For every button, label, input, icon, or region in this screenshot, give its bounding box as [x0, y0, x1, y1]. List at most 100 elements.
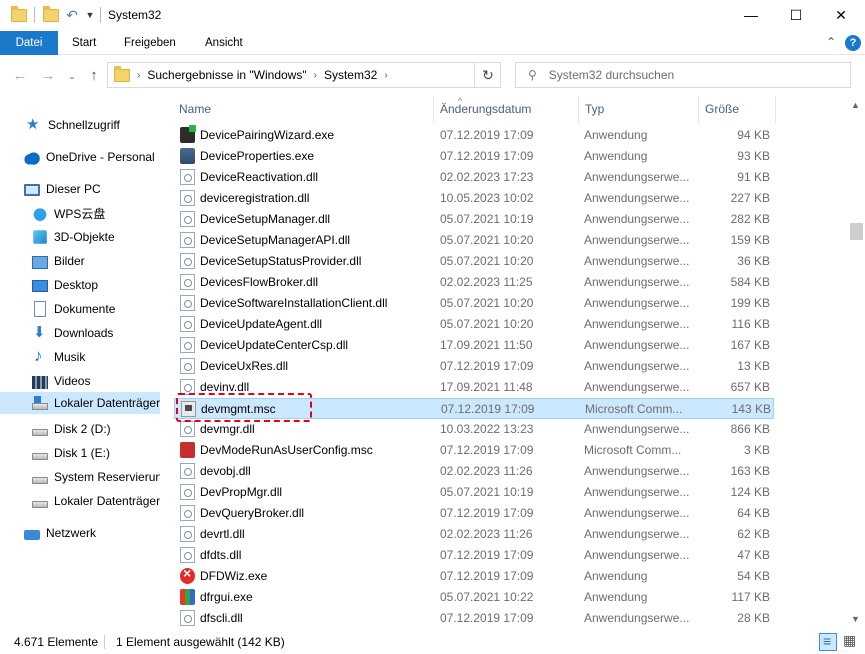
file-row[interactable]: DeviceUpdateAgent.dll 05.07.2021 10:20 Anw…	[174, 314, 774, 335]
file-row[interactable]: deviceregistration.dll 10.05.2023 10:02 An…	[174, 188, 774, 209]
chevron-right-icon[interactable]: ›	[137, 70, 140, 81]
dll-file-icon	[180, 274, 195, 290]
nav-item-netzwerk[interactable]: Netzwerk	[24, 522, 160, 544]
file-date: 05.07.2021 10:22	[440, 590, 534, 604]
file-type: Anwendungserwe...	[584, 191, 690, 205]
nav-item-lokaler-datentraeger[interactable]: Lokaler Datenträger	[32, 490, 160, 512]
nav-item-onedrive[interactable]: OneDrive - Personal	[24, 146, 160, 168]
dll-file-icon	[180, 295, 195, 311]
forward-arrow-icon[interactable]: →	[38, 66, 58, 86]
maximize-button[interactable]: ☐	[773, 0, 819, 30]
file-row[interactable]: dfrgui.exe 05.07.2021 10:22 Anwendung 117 K…	[174, 587, 774, 608]
nav-item-bilder[interactable]: Bilder	[32, 250, 160, 272]
file-row[interactable]: DeviceSetupStatusProvider.dll 05.07.2021 …	[174, 251, 774, 272]
file-row[interactable]: devmgmt.msc 07.12.2019 17:09 Microsoft Com…	[174, 398, 774, 419]
nav-item-label: Netzwerk	[46, 526, 97, 540]
ribbon-collapse-icon[interactable]: ⌃	[826, 35, 836, 49]
file-row[interactable]: dfdts.dll 07.12.2019 17:09 Anwendungserwe.…	[174, 545, 774, 566]
file-type: Anwendungserwe...	[584, 317, 690, 331]
file-name: dfdts.dll	[200, 548, 242, 562]
file-row[interactable]: DevicesFlowBroker.dll 02.02.2023 11:25 Anw…	[174, 272, 774, 293]
tab-freigeben[interactable]: Freigeben	[114, 31, 186, 55]
nav-item-dokumente[interactable]: Dokumente	[32, 298, 160, 320]
back-arrow-icon[interactable]: ←	[10, 66, 30, 86]
dll-file-icon	[180, 190, 195, 206]
tab-ansicht[interactable]: Ansicht	[195, 31, 253, 55]
file-row[interactable]: DevicePairingWizard.exe 07.12.2019 17:09 A…	[174, 125, 774, 146]
file-size: 64 KB	[737, 506, 770, 520]
file-date: 07.12.2019 17:09	[440, 611, 534, 625]
close-button[interactable]: ✕	[818, 0, 864, 30]
nav-item-dieser-pc[interactable]: Dieser PC	[24, 178, 160, 200]
nav-item-downloads[interactable]: Downloads	[32, 322, 160, 344]
refresh-icon[interactable]: ↻	[474, 62, 501, 88]
chevron-right-icon[interactable]: ›	[314, 70, 317, 81]
large-icons-view-icon[interactable]	[841, 632, 859, 651]
file-row[interactable]: DevModeRunAsUserConfig.msc 07.12.2019 17:…	[174, 440, 774, 461]
file-size: 3 KB	[743, 443, 770, 457]
column-name[interactable]: Name	[173, 96, 433, 123]
scroll-down-icon[interactable]: ▼	[851, 614, 860, 624]
file-row[interactable]: devobj.dll 02.02.2023 11:26 Anwendungserwe…	[174, 461, 774, 482]
vertical-scrollbar[interactable]: ▲ ▼	[848, 96, 865, 627]
file-name: deviceregistration.dll	[200, 191, 310, 205]
nav-item-label: Videos	[54, 374, 91, 388]
file-row[interactable]: devrtl.dll 02.02.2023 11:26 Anwendungserwe…	[174, 524, 774, 545]
nav-item-disk-1[interactable]: Disk 1 (E:)	[32, 442, 160, 464]
file-date: 05.07.2021 10:20	[440, 317, 534, 331]
nav-item-wps[interactable]: WPS云盘	[32, 202, 160, 224]
nav-item-disk-2[interactable]: Disk 2 (D:)	[32, 418, 160, 440]
file-row[interactable]: DeviceProperties.exe 07.12.2019 17:09 Anwe…	[174, 146, 774, 167]
nav-item-3d-objekte[interactable]: 3D-Objekte	[32, 226, 160, 248]
scrollbar-thumb[interactable]	[850, 223, 863, 240]
file-row[interactable]: DeviceSetupManagerAPI.dll 05.07.2021 10:2…	[174, 230, 774, 251]
nav-item-videos[interactable]: Videos	[32, 370, 160, 392]
file-row[interactable]: DeviceSoftwareInstallationClient.dll 05.0…	[174, 293, 774, 314]
file-name: DeviceSetupManager.dll	[200, 212, 331, 226]
recent-locations-chevron-icon[interactable]: ⌄	[62, 66, 82, 86]
scroll-up-icon[interactable]: ▲	[851, 100, 860, 110]
file-row[interactable]: DeviceUxRes.dll 07.12.2019 17:09 Anwendung…	[174, 356, 774, 377]
file-size: 584 KB	[730, 275, 770, 289]
file-name: DeviceReactivation.dll	[200, 170, 319, 184]
nav-item-system-reservierung[interactable]: System Reservierung	[32, 466, 160, 488]
nav-item-schnellzugriff[interactable]: Schnellzugriff	[26, 114, 160, 136]
file-row[interactable]: devinv.dll 17.09.2021 11:48 Anwendungserwe…	[174, 377, 774, 398]
application-icon	[180, 442, 195, 458]
nav-item-musik[interactable]: Musik	[32, 346, 160, 368]
column-size[interactable]: Größe	[699, 96, 775, 123]
search-input[interactable]: ⚲ System32 durchsuchen	[515, 62, 851, 88]
help-icon[interactable]: ?	[845, 35, 861, 51]
up-arrow-icon[interactable]: ↑	[84, 66, 104, 86]
dll-file-icon	[180, 169, 195, 185]
file-row[interactable]: DFDWiz.exe 07.12.2019 17:09 Anwendung 54 KB	[174, 565, 774, 587]
tab-start[interactable]: Start	[62, 31, 106, 55]
nav-item-lokaler-datentraeger-c[interactable]: Lokaler Datenträger	[0, 392, 160, 414]
column-type[interactable]: Typ	[579, 96, 698, 123]
breadcrumb-system32[interactable]: System32	[324, 68, 377, 82]
properties-folder-icon[interactable]	[42, 5, 60, 24]
nav-item-label: Disk 2 (D:)	[54, 422, 111, 436]
column-date[interactable]: Änderungsdatum	[434, 96, 578, 123]
dll-file-icon	[180, 547, 195, 563]
breadcrumb-search-results[interactable]: Suchergebnisse in "Windows"	[147, 68, 306, 82]
tab-datei[interactable]: Datei	[0, 31, 58, 55]
folder-icon	[10, 5, 28, 24]
address-bar[interactable]: › Suchergebnisse in "Windows" › System32…	[107, 62, 501, 88]
file-size: 227 KB	[730, 191, 770, 205]
undo-icon[interactable]: ↶	[63, 6, 81, 24]
search-icon: ⚲	[528, 68, 537, 82]
file-row[interactable]: DeviceSetupManager.dll 05.07.2021 10:19 An…	[174, 209, 774, 230]
desktop-icon	[32, 280, 48, 292]
chevron-right-icon[interactable]: ›	[384, 70, 387, 81]
file-row[interactable]: devmgr.dll 10.03.2022 13:23 Anwendungserwe…	[174, 419, 774, 440]
file-row[interactable]: DevQueryBroker.dll 07.12.2019 17:09 Anwend…	[174, 503, 774, 524]
quick-access-dropdown-icon[interactable]: ▼	[84, 6, 96, 24]
nav-item-desktop[interactable]: Desktop	[32, 274, 160, 296]
file-row[interactable]: DeviceReactivation.dll 02.02.2023 17:23 An…	[174, 167, 774, 188]
file-row[interactable]: DevPropMgr.dll 05.07.2021 10:19 Anwendungs…	[174, 482, 774, 503]
file-row[interactable]: DeviceUpdateCenterCsp.dll 17.09.2021 11:5…	[174, 335, 774, 356]
file-row[interactable]: dfscli.dll 07.12.2019 17:09 Anwendungserwe…	[174, 608, 774, 627]
minimize-button[interactable]: —	[728, 0, 774, 30]
details-view-icon[interactable]	[819, 633, 837, 651]
